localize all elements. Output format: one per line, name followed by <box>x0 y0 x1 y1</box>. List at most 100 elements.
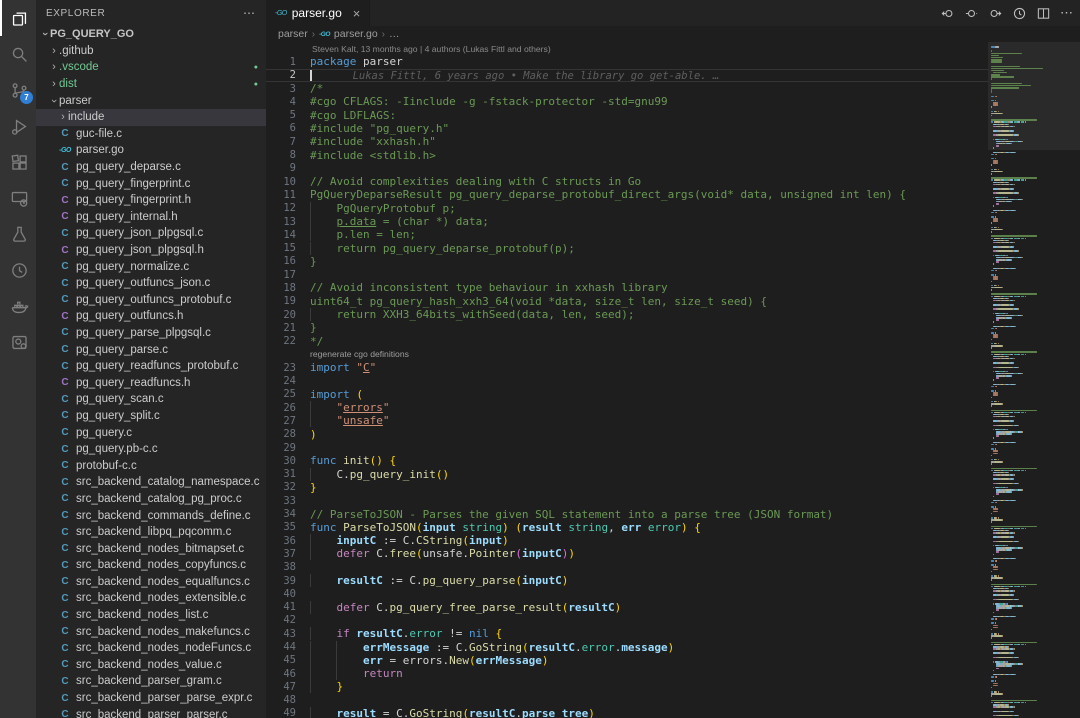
remote-explorer-icon[interactable] <box>0 180 36 216</box>
minimap[interactable] <box>988 42 1080 718</box>
tree-item-.github[interactable]: .github <box>36 43 266 60</box>
sidebar-title: EXPLORER <box>46 8 243 19</box>
tree-item-src_backend_nodes_value.c[interactable]: Csrc_backend_nodes_value.c <box>36 657 266 674</box>
tree-item-pg_query_internal.h[interactable]: Cpg_query_internal.h <box>36 209 266 226</box>
tree-item-label: src_backend_nodes_extensible.c <box>76 592 266 604</box>
close-icon[interactable]: × <box>353 6 361 21</box>
tree-item-pg_query_parse.c[interactable]: Cpg_query_parse.c <box>36 341 266 358</box>
code-editor[interactable]: Steven Kalt, 13 months ago | 4 authors (… <box>266 42 1080 718</box>
breadcrumb-item[interactable]: … <box>389 28 400 40</box>
search-icon[interactable] <box>0 36 36 72</box>
minimap-line <box>991 706 1078 708</box>
minimap-line <box>991 618 1078 620</box>
tree-item-dist[interactable]: dist● <box>36 76 266 93</box>
gitlens-inline-blame: Lukas Fittl, 6 years ago • Make the libr… <box>353 70 720 82</box>
tree-item-parser.go[interactable]: -GOparser.go <box>36 142 266 159</box>
gitlens-icon[interactable] <box>0 252 36 288</box>
tree-item-src_backend_nodes_equalfuncs.c[interactable]: Csrc_backend_nodes_equalfuncs.c <box>36 574 266 591</box>
minimap-line <box>991 246 1078 248</box>
minimap-line <box>991 676 1078 678</box>
file-tree[interactable]: PG_QUERY_GO.github.vscode●dist●parserinc… <box>36 26 266 718</box>
minimap-line <box>991 554 1078 556</box>
tree-item-pg_query_outfuncs_protobuf.c[interactable]: Cpg_query_outfuncs_protobuf.c <box>36 292 266 309</box>
tree-item-pg_query_parse_plpgsql.c[interactable]: Cpg_query_parse_plpgsql.c <box>36 325 266 342</box>
testing-icon[interactable] <box>0 216 36 252</box>
code-line-45: 45 err = errors.New(errMessage) <box>266 654 988 667</box>
tab-parser.go[interactable]: -GOparser.go× <box>266 0 370 26</box>
line-number: 21 <box>266 322 296 334</box>
docker-icon[interactable] <box>0 288 36 324</box>
tree-item-pg_query.c[interactable]: Cpg_query.c <box>36 424 266 441</box>
tree-item-pg_query_scan.c[interactable]: Cpg_query_scan.c <box>36 391 266 408</box>
minimap-line <box>991 695 1078 697</box>
code-line-36: 36 inputC := C.CString(input) <box>266 534 988 547</box>
minimap-line <box>991 106 1078 108</box>
line-number: 49 <box>266 707 296 718</box>
gitlens-blame-icon[interactable] <box>1012 6 1027 21</box>
c-file-icon: C <box>58 228 72 239</box>
tree-item-src_backend_catalog_pg_proc.c[interactable]: Csrc_backend_catalog_pg_proc.c <box>36 491 266 508</box>
breadcrumb-item[interactable]: parser.go <box>334 28 378 40</box>
tree-item-src_backend_nodes_nodeFuncs.c[interactable]: Csrc_backend_nodes_nodeFuncs.c <box>36 640 266 657</box>
tree-item-.vscode[interactable]: .vscode● <box>36 59 266 76</box>
tree-item-src_backend_nodes_makefuncs.c[interactable]: Csrc_backend_nodes_makefuncs.c <box>36 623 266 640</box>
tree-item-src_backend_catalog_namespace.c[interactable]: Csrc_backend_catalog_namespace.c <box>36 474 266 491</box>
tree-item-pg_query.pb-c.c[interactable]: Cpg_query.pb-c.c <box>36 441 266 458</box>
tree-item-src_backend_nodes_list.c[interactable]: Csrc_backend_nodes_list.c <box>36 607 266 624</box>
tree-item-pg_query_deparse.c[interactable]: Cpg_query_deparse.c <box>36 159 266 176</box>
tree-item-protobuf-c.c[interactable]: Cprotobuf-c.c <box>36 457 266 474</box>
tree-item-label: src_backend_nodes_bitmapset.c <box>76 543 266 555</box>
line-number: 44 <box>266 641 296 653</box>
indent-guide <box>310 534 311 547</box>
c-file-icon: C <box>58 493 72 504</box>
tree-item-src_backend_parser_parse_expr.c[interactable]: Csrc_backend_parser_parse_expr.c <box>36 690 266 707</box>
compare-changes-icon[interactable] <box>964 6 979 21</box>
indent-guide <box>310 228 311 241</box>
container-tools-icon[interactable] <box>0 324 36 360</box>
c-file-icon: C <box>58 394 72 405</box>
more-actions-icon[interactable]: ⋯ <box>1060 5 1074 21</box>
c-file-icon: C <box>58 327 72 338</box>
tree-item-src_backend_nodes_extensible.c[interactable]: Csrc_backend_nodes_extensible.c <box>36 590 266 607</box>
tree-item-pg_query_json_plpgsql.c[interactable]: Cpg_query_json_plpgsql.c <box>36 225 266 242</box>
tree-root-PG_QUERY_GO[interactable]: PG_QUERY_GO <box>36 26 266 43</box>
c-file-icon: C <box>58 693 72 704</box>
blame-text[interactable]: Steven Kalt, 13 months ago | 4 authors (… <box>312 44 551 54</box>
tree-item-src_backend_nodes_copyfuncs.c[interactable]: Csrc_backend_nodes_copyfuncs.c <box>36 557 266 574</box>
tree-item-src_backend_parser_parser.c[interactable]: Csrc_backend_parser_parser.c <box>36 706 266 718</box>
tree-item-pg_query_fingerprint.h[interactable]: Cpg_query_fingerprint.h <box>36 192 266 209</box>
split-editor-icon[interactable] <box>1036 6 1051 21</box>
tree-item-label: pg_query_deparse.c <box>76 161 266 173</box>
tree-item-src_backend_commands_define.c[interactable]: Csrc_backend_commands_define.c <box>36 507 266 524</box>
minimap-line <box>991 687 1078 689</box>
prev-change-icon[interactable] <box>940 6 955 21</box>
tree-item-pg_query_json_plpgsql.h[interactable]: Cpg_query_json_plpgsql.h <box>36 242 266 259</box>
tree-item-src_backend_parser_gram.c[interactable]: Csrc_backend_parser_gram.c <box>36 673 266 690</box>
extensions-icon[interactable] <box>0 144 36 180</box>
line-number: 28 <box>266 428 296 440</box>
tree-item-src_backend_nodes_bitmapset.c[interactable]: Csrc_backend_nodes_bitmapset.c <box>36 540 266 557</box>
explorer-icon[interactable] <box>0 0 36 36</box>
tree-item-guc-file.c[interactable]: Cguc-file.c <box>36 126 266 143</box>
run-debug-icon[interactable] <box>0 108 36 144</box>
tree-item-parser[interactable]: parser <box>36 92 266 109</box>
tree-item-label: parser.go <box>76 144 266 156</box>
breadcrumb-item[interactable]: parser <box>278 28 308 40</box>
tree-item-pg_query_readfuncs_protobuf.c[interactable]: Cpg_query_readfuncs_protobuf.c <box>36 358 266 375</box>
tree-item-src_backend_libpq_pqcomm.c[interactable]: Csrc_backend_libpq_pqcomm.c <box>36 524 266 541</box>
more-actions-icon[interactable]: ⋯ <box>243 6 256 20</box>
sidebar-header: EXPLORER ⋯ <box>36 0 266 26</box>
tree-item-include[interactable]: include <box>36 109 266 126</box>
tree-item-pg_query_outfuncs.h[interactable]: Cpg_query_outfuncs.h <box>36 308 266 325</box>
tree-item-pg_query_normalize.c[interactable]: Cpg_query_normalize.c <box>36 258 266 275</box>
codelens-link[interactable]: regenerate cgo definitions <box>310 349 409 359</box>
breadcrumb[interactable]: parser›-GOparser.go›… <box>266 26 1080 42</box>
tree-item-pg_query_split.c[interactable]: Cpg_query_split.c <box>36 408 266 425</box>
tree-item-pg_query_readfuncs.h[interactable]: Cpg_query_readfuncs.h <box>36 374 266 391</box>
source-control-icon[interactable]: 7 <box>0 72 36 108</box>
tree-item-pg_query_outfuncs_json.c[interactable]: Cpg_query_outfuncs_json.c <box>36 275 266 292</box>
line-content: p.data = (char *) data; <box>310 215 489 228</box>
next-change-icon[interactable] <box>988 6 1003 21</box>
minimap-line <box>991 648 1078 650</box>
tree-item-pg_query_fingerprint.c[interactable]: Cpg_query_fingerprint.c <box>36 175 266 192</box>
